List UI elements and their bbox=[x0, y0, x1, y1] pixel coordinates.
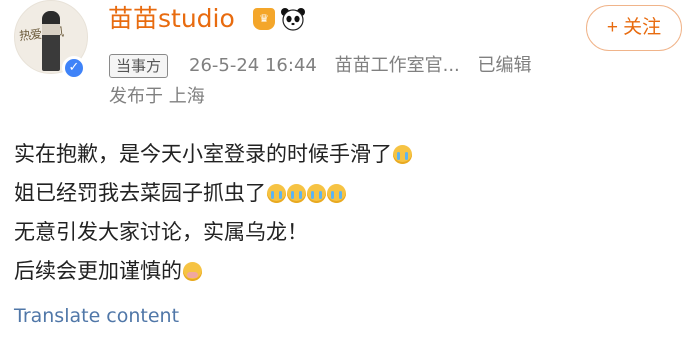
post-location: 发布于 上海 bbox=[109, 86, 205, 107]
content-line: 实在抱歉，是今天小室登录的时候手滑了 bbox=[14, 135, 412, 174]
crown-badge-icon[interactable]: ♛ bbox=[253, 8, 275, 30]
party-tag: 当事方 bbox=[109, 54, 169, 78]
cry-emoji-icon bbox=[267, 184, 286, 203]
post-content: 实在抱歉，是今天小室登录的时候手滑了 姐已经罚我去菜园子抓虫了 无意引发大家讨论… bbox=[14, 135, 412, 291]
cry-emoji-icon bbox=[393, 145, 412, 164]
cry-emoji-icon bbox=[307, 184, 326, 203]
panda-icon[interactable] bbox=[280, 6, 306, 32]
cry-emoji-icon bbox=[287, 184, 306, 203]
post-timestamp: 26-5-24 16:44 bbox=[189, 55, 317, 76]
content-line: 无意引发大家讨论，实属乌龙！ bbox=[14, 213, 412, 252]
verified-check-icon: ✓ bbox=[62, 56, 86, 80]
content-line-text: 实在抱歉，是今天小室登录的时候手滑了 bbox=[14, 142, 392, 166]
edited-label[interactable]: 已编辑 bbox=[478, 55, 532, 76]
post-meta: 26-5-24 16:44 苗苗工作室官... 已编辑 bbox=[189, 53, 544, 79]
content-line: 后续会更加谨慎的 bbox=[14, 252, 412, 291]
translate-content-link[interactable]: Translate content bbox=[14, 302, 179, 330]
post-source[interactable]: 苗苗工作室官... bbox=[335, 55, 460, 76]
cry-emoji-icon bbox=[327, 184, 346, 203]
content-line-text: 无意引发大家讨论，实属乌龙！ bbox=[14, 220, 308, 244]
content-line: 姐已经罚我去菜园子抓虫了 bbox=[14, 174, 412, 213]
content-line-text: 后续会更加谨慎的 bbox=[14, 259, 182, 283]
shy-emoji-icon bbox=[183, 262, 202, 281]
avatar-figure bbox=[42, 11, 60, 71]
username[interactable]: 苗苗studio bbox=[108, 3, 235, 35]
content-line-text: 姐已经罚我去菜园子抓虫了 bbox=[14, 181, 266, 205]
follow-button[interactable]: + 关注 bbox=[586, 5, 682, 51]
